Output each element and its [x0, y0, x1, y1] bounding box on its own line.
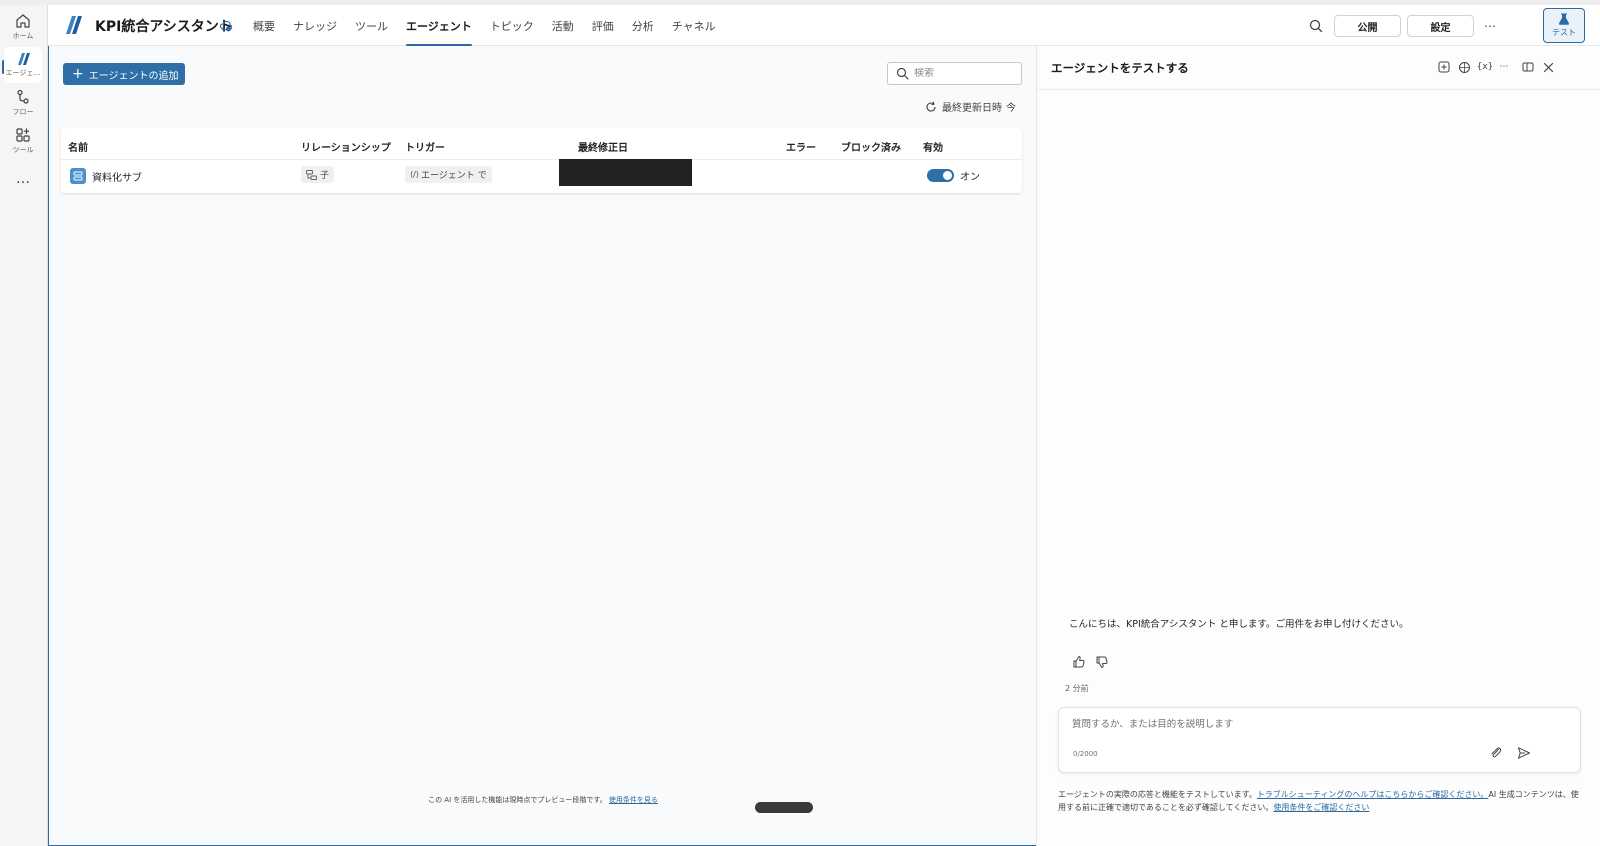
- settings-button[interactable]: 設定: [1407, 15, 1474, 37]
- chat-input[interactable]: [1072, 716, 1532, 734]
- col-header-last-modified[interactable]: 最終修正日: [578, 139, 628, 154]
- search-input[interactable]: [914, 68, 1014, 79]
- tab-agents[interactable]: エージェント: [397, 5, 481, 46]
- add-agent-button[interactable]: + エージェントの追加: [63, 63, 185, 85]
- chat-input-box: 0/2000: [1058, 707, 1581, 773]
- left-rail: ホーム エージェ… フロー ツール …: [0, 5, 48, 846]
- agent-name[interactable]: 資料化サブ: [92, 169, 142, 184]
- preview-footer-note: この AI を活用した機能は現時点でプレビュー段階です。 使用条件を見る: [49, 795, 1037, 805]
- rail-more-button[interactable]: …: [0, 161, 46, 197]
- rail-agents-label: エージェ…: [5, 69, 41, 77]
- rail-tools-label: ツール: [12, 146, 34, 154]
- more-icon: …: [16, 171, 30, 187]
- flow-icon: [17, 89, 29, 104]
- agent-search-box[interactable]: [887, 62, 1022, 85]
- character-counter: 0/2000: [1073, 750, 1098, 758]
- preview-note-text: この AI を活用した機能は現時点でプレビュー段階です。: [428, 796, 607, 804]
- variables-icon[interactable]: {x}: [1477, 60, 1494, 74]
- thumbs-up-icon[interactable]: [1072, 655, 1086, 669]
- rail-home[interactable]: ホーム: [0, 9, 46, 45]
- enabled-cell: オン: [927, 168, 980, 183]
- plus-icon: +: [72, 66, 84, 82]
- add-agent-label: エージェントの追加: [88, 70, 179, 82]
- tab-topics[interactable]: トピック: [481, 5, 543, 46]
- agents-main-area: + エージェントの追加 最終更新日時 今 名前 リレーションシップ トリガー 最…: [48, 46, 1036, 846]
- message-timestamp: 2 分前: [1065, 684, 1089, 693]
- tab-analytics[interactable]: 分析: [623, 5, 663, 46]
- horizontal-scrollbar-thumb[interactable]: [755, 802, 813, 813]
- terms-of-use-link[interactable]: 使用条件をご確認ください: [1273, 803, 1369, 812]
- col-header-trigger[interactable]: トリガー: [405, 139, 445, 154]
- attach-icon[interactable]: [1489, 746, 1503, 760]
- more-icon: ⋯: [1484, 19, 1496, 33]
- tab-channels[interactable]: チャネル: [663, 5, 725, 46]
- code-icon: ⟨/⟩: [410, 170, 419, 179]
- refresh-icon: [926, 101, 936, 112]
- rail-agents[interactable]: エージェ…: [4, 47, 42, 83]
- publish-button[interactable]: 公開: [1334, 15, 1401, 37]
- panel-more-icon[interactable]: ⋯: [1497, 60, 1511, 74]
- col-header-errors[interactable]: エラー: [786, 139, 816, 154]
- rail-flows[interactable]: フロー: [0, 85, 46, 121]
- col-header-relationship[interactable]: リレーションシップ: [301, 139, 391, 154]
- tab-activity[interactable]: 活動: [543, 5, 583, 46]
- rail-flows-label: フロー: [12, 108, 34, 116]
- refresh-label: 最終更新日時: [942, 103, 1002, 114]
- relationship-cell: 子: [301, 166, 335, 183]
- close-icon[interactable]: [1541, 60, 1555, 74]
- hierarchy-icon: [306, 169, 317, 180]
- refresh-value: 今: [1006, 103, 1016, 114]
- dock-panel-icon[interactable]: [1521, 60, 1535, 74]
- troubleshooting-link[interactable]: トラブルシューティングのヘルプはこちらからご確認ください。: [1257, 790, 1489, 799]
- table-divider: [61, 159, 1022, 160]
- home-icon: [16, 14, 30, 28]
- rail-home-label: ホーム: [12, 32, 34, 40]
- test-panel-header: エージェントをテストする {x} ⋯: [1037, 46, 1600, 90]
- agents-logo-icon: [18, 53, 30, 65]
- search-icon[interactable]: [1307, 17, 1325, 35]
- trigger-value: エージェント で: [420, 171, 487, 181]
- col-header-name[interactable]: 名前: [68, 139, 88, 154]
- disclaimer-text-1: エージェントの実際の応答と機能をテストしています。: [1058, 790, 1257, 799]
- app-logo-icon: [66, 16, 82, 34]
- col-header-blocked[interactable]: ブロック済み: [841, 139, 901, 154]
- agent-icon: [70, 168, 86, 184]
- main-nav: 概要 ナレッジ ツール エージェント トピック 活動 評価 分析 チャネル: [244, 5, 725, 46]
- trigger-chip: ⟨/⟩ エージェント で: [405, 166, 492, 183]
- test-panel-title: エージェントをテストする: [1051, 61, 1189, 75]
- tab-knowledge[interactable]: ナレッジ: [284, 5, 346, 46]
- header-more-button[interactable]: ⋯: [1478, 15, 1502, 37]
- enabled-toggle[interactable]: [927, 169, 954, 182]
- terms-link[interactable]: 使用条件を見る: [609, 796, 658, 804]
- col-header-enabled[interactable]: 有効: [923, 139, 943, 154]
- app-title: KPI統合アシスタント: [95, 19, 233, 35]
- thumbs-down-icon[interactable]: [1095, 655, 1109, 669]
- tab-overview[interactable]: 概要: [244, 5, 284, 46]
- new-chat-icon[interactable]: [1437, 60, 1451, 74]
- rail-tools[interactable]: ツール: [0, 123, 46, 159]
- tools-icon: [16, 128, 30, 142]
- send-icon[interactable]: [1517, 746, 1531, 760]
- trigger-cell: ⟨/⟩ エージェント で: [405, 166, 492, 183]
- tab-tools[interactable]: ツール: [346, 5, 397, 46]
- agent-greeting-message: こんにちは、KPI統合アシスタント と申します。ご用件をお申し付けください。: [1069, 619, 1409, 630]
- test-button[interactable]: テスト: [1543, 8, 1585, 43]
- tab-evaluation[interactable]: 評価: [583, 5, 623, 46]
- enabled-label: オン: [960, 172, 980, 183]
- flask-icon: [1558, 13, 1570, 25]
- last-modified-redacted: [559, 159, 692, 186]
- search-icon: [896, 67, 909, 80]
- refresh-status[interactable]: 最終更新日時 今: [925, 99, 1016, 114]
- map-icon[interactable]: [1457, 60, 1471, 74]
- table-row[interactable]: 資料化サブ: [70, 168, 142, 184]
- agents-table: 名前 リレーションシップ トリガー 最終修正日 エラー ブロック済み 有効 資料…: [61, 128, 1022, 193]
- test-disclaimer: エージェントの実際の応答と機能をテストしています。トラブルシューティングのヘルプ…: [1058, 788, 1584, 814]
- relationship-chip: 子: [301, 166, 335, 183]
- test-agent-panel: エージェントをテストする {x} ⋯ こんにちは、KPI統合アシスタント と申し…: [1036, 46, 1600, 846]
- test-button-label: テスト: [1552, 28, 1576, 37]
- app-header: KPI統合アシスタント 概要 ナレッジ ツール エージェント トピック 活動 評…: [48, 5, 1600, 46]
- status-cloud-icon[interactable]: [219, 19, 233, 33]
- relationship-value: 子: [320, 171, 330, 181]
